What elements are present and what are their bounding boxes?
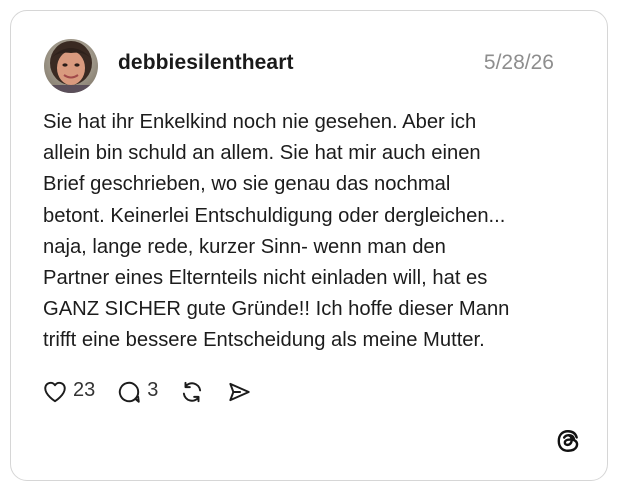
avatar[interactable] [44,39,98,93]
threads-logo-icon [555,428,581,454]
post-date: 5/28/26 [483,51,554,74]
comment-icon [119,381,140,403]
share-button[interactable] [226,379,252,405]
send-icon [229,382,251,402]
like-count: 23 [73,378,96,401]
heart-icon [44,381,66,403]
post-text: Sie hat ihr Enkelkind noch nie gesehen. … [43,111,510,352]
reply-count: 3 [147,378,159,401]
repost-icon [183,381,202,403]
reply-button[interactable]: 3 [116,379,158,405]
avatar-image [44,39,98,93]
post-card: debbiesilentheart 5/28/26 Sie hat ihr En… [10,10,608,481]
like-button[interactable]: 23 [42,379,95,405]
username[interactable]: debbiesilentheart [118,51,294,75]
repost-button[interactable] [179,379,205,405]
post-actions: 23 3 [42,375,273,409]
